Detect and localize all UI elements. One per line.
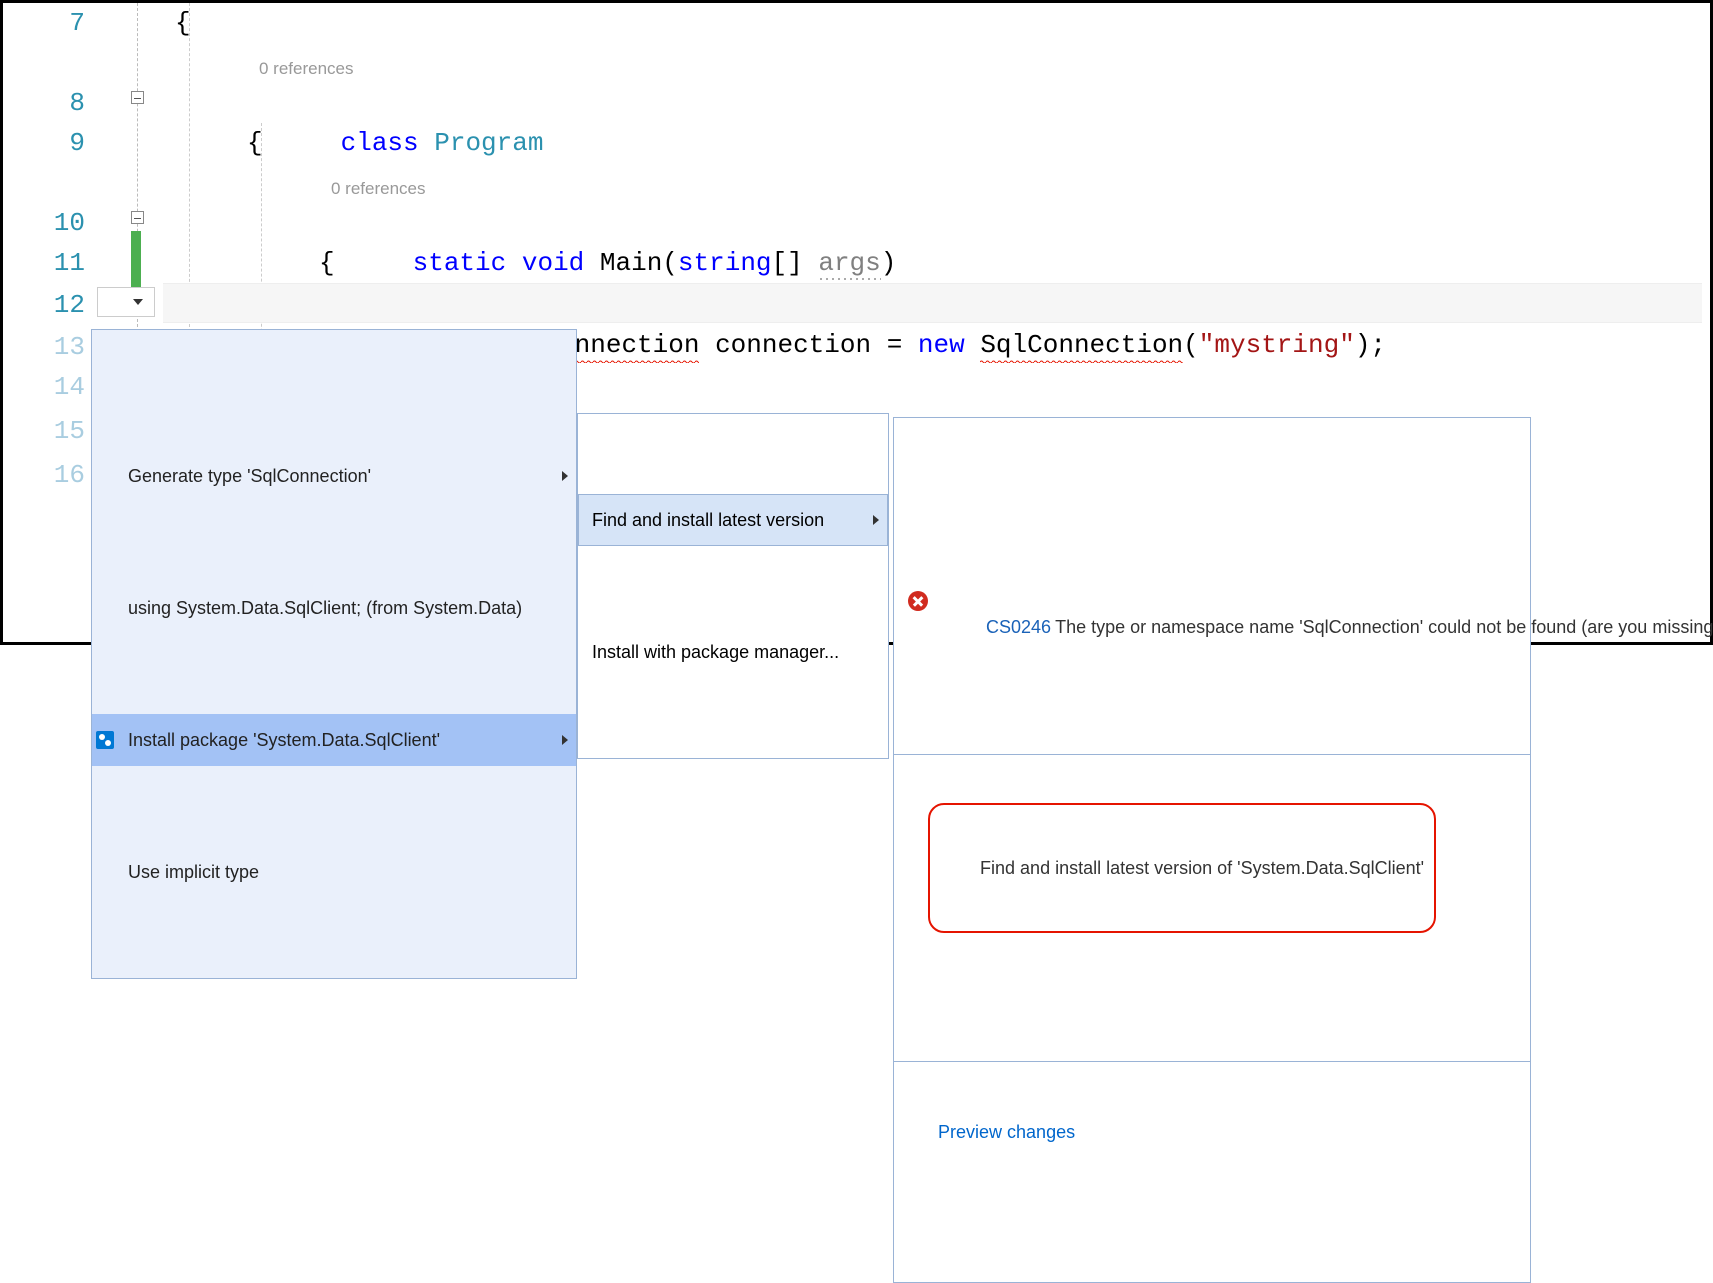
code-line: { [175, 3, 191, 43]
quick-fix-preview-pane: CS0246The type or namespace name 'SqlCon… [893, 417, 1531, 1283]
line-number: 12 [54, 285, 85, 325]
menu-item-install-package[interactable]: Install package 'System.Data.SqlClient' [92, 714, 576, 766]
submenu-arrow-icon [562, 471, 568, 481]
code-editor[interactable]: 7 8 9 10 11 12 13 14 15 16 { 0 reference… [3, 3, 1710, 642]
submenu-arrow-icon [873, 515, 879, 525]
error-token: SqlConnection [980, 330, 1183, 363]
install-package-submenu: Find and install latest version Install … [577, 413, 889, 759]
submenu-item-find-install-latest[interactable]: Find and install latest version [578, 494, 888, 546]
nuget-icon [96, 731, 114, 749]
menu-item-add-using[interactable]: using System.Data.SqlClient; (from Syste… [92, 582, 576, 634]
line-number-gutter: 7 8 9 10 11 12 13 14 15 16 [3, 3, 95, 642]
code-line: { [247, 123, 263, 163]
submenu-item-package-manager[interactable]: Install with package manager... [578, 626, 888, 678]
line-number: 10 [54, 203, 85, 243]
line-number: 7 [69, 3, 85, 43]
line-number: 13 [54, 327, 85, 367]
error-icon [908, 591, 928, 611]
menu-item-use-implicit-type[interactable]: Use implicit type [92, 846, 576, 898]
submenu-arrow-icon [562, 735, 568, 745]
code-line: { [319, 243, 335, 283]
fold-toggle-icon[interactable] [131, 211, 144, 224]
error-code: CS0246 [986, 617, 1051, 637]
preview-changes-link[interactable]: Preview changes [894, 1061, 1530, 1202]
line-number: 14 [54, 367, 85, 407]
fold-toggle-icon[interactable] [131, 91, 144, 104]
chevron-down-icon [133, 299, 143, 305]
menu-item-generate-type[interactable]: Generate type 'SqlConnection' [92, 450, 576, 502]
line-number: 9 [69, 123, 85, 163]
quick-actions-button[interactable] [97, 287, 155, 317]
line-number: 16 [54, 455, 85, 495]
line-number: 8 [69, 83, 85, 123]
line-number: 15 [54, 411, 85, 451]
quick-actions-menu: Generate type 'SqlConnection' using Syst… [91, 329, 577, 979]
lightbulb-error-icon [109, 292, 129, 312]
fix-title-highlight: Find and install latest version of 'Syst… [928, 803, 1436, 933]
change-indicator [131, 231, 141, 291]
line-number: 11 [54, 243, 85, 283]
error-description: CS0246The type or namespace name 'SqlCon… [936, 588, 1713, 666]
